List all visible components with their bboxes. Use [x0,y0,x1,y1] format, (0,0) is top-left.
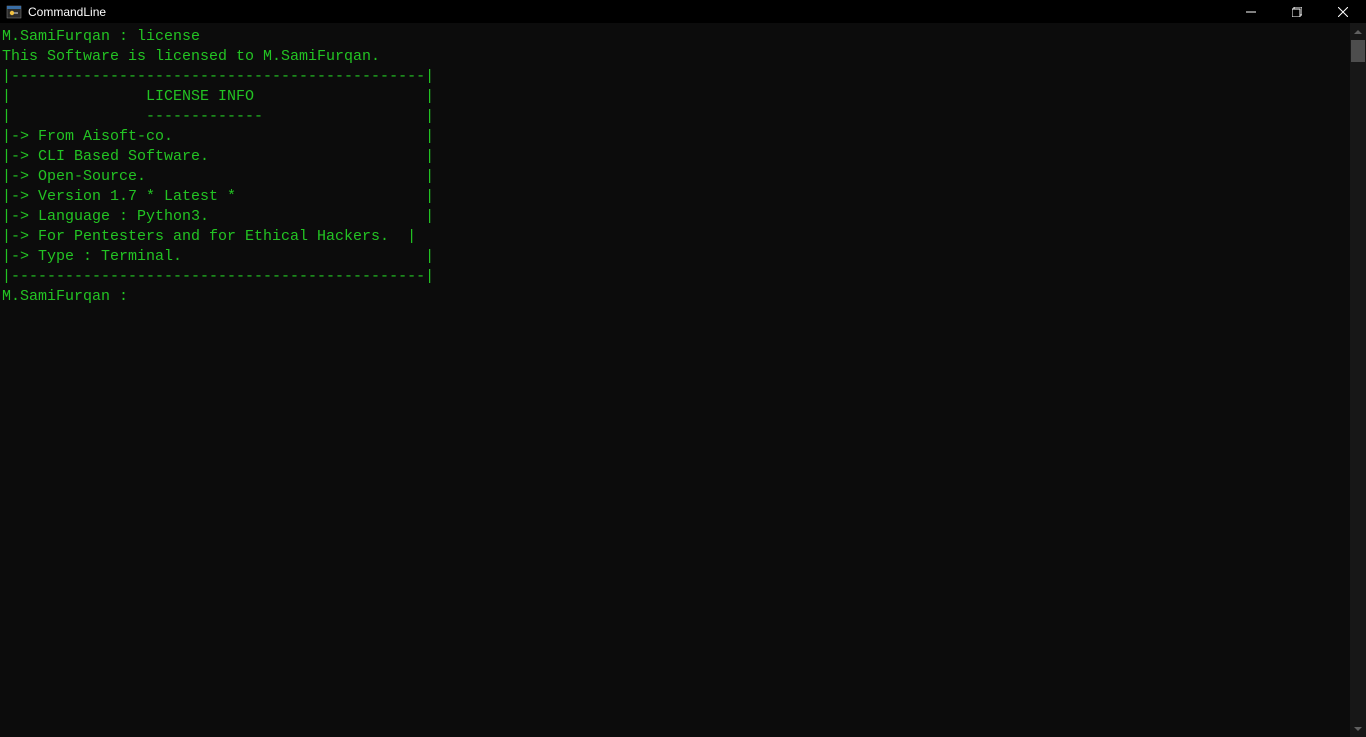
close-button[interactable] [1320,0,1366,23]
terminal-line: |-> Version 1.7 * Latest * | [2,187,1350,207]
maximize-button[interactable] [1274,0,1320,23]
scroll-up-button[interactable] [1350,23,1366,40]
terminal-line: |-> For Pentesters and for Ethical Hacke… [2,227,1350,247]
terminal-line: |-> CLI Based Software. | [2,147,1350,167]
minimize-button[interactable] [1228,0,1274,23]
window-controls [1228,0,1366,23]
terminal-area: M.SamiFurqan : license This Software is … [0,23,1366,737]
terminal-line: This Software is licensed to M.SamiFurqa… [2,47,1350,67]
titlebar-left: CommandLine [6,4,106,20]
terminal-line: |-> Language : Python3. | [2,207,1350,227]
terminal-line: |-> Open-Source. | [2,167,1350,187]
terminal-line: |---------------------------------------… [2,67,1350,87]
terminal-line: |---------------------------------------… [2,267,1350,287]
terminal-line: | LICENSE INFO | [2,87,1350,107]
window-titlebar: CommandLine [0,0,1366,23]
scroll-down-button[interactable] [1350,720,1366,737]
app-icon [6,4,22,20]
terminal-line: |-> From Aisoft-co. | [2,127,1350,147]
window-title: CommandLine [28,5,106,19]
scroll-thumb[interactable] [1351,40,1365,62]
terminal-line: |-> Type : Terminal. | [2,247,1350,267]
terminal-prompt: M.SamiFurqan : [2,287,1350,307]
terminal-content[interactable]: M.SamiFurqan : license This Software is … [0,23,1350,737]
terminal-line: M.SamiFurqan : license [2,27,1350,47]
terminal-line: | ------------- | [2,107,1350,127]
scrollbar[interactable] [1350,23,1366,737]
